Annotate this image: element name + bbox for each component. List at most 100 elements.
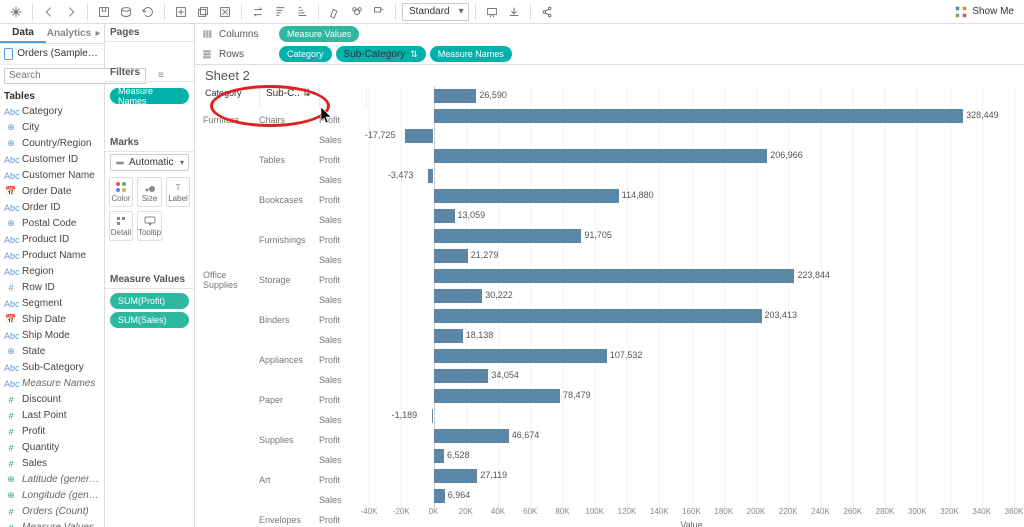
marks-detail-button[interactable]: Detail xyxy=(109,211,133,241)
header-subcategory[interactable]: Sub-C.. ⇅ xyxy=(262,88,320,108)
field-region[interactable]: AbcRegion xyxy=(0,264,104,280)
filter-pill-measure-names[interactable]: Measure Names xyxy=(110,88,189,104)
bar[interactable] xyxy=(434,429,509,443)
field-longitude-generated-[interactable]: ⊕Longitude (generated) xyxy=(0,488,104,504)
new-datasource-icon[interactable] xyxy=(116,2,136,22)
field-category[interactable]: AbcCategory xyxy=(0,104,104,120)
bar[interactable] xyxy=(405,129,434,143)
datasource-row[interactable]: Orders (Sample - Super... xyxy=(0,44,104,66)
field-measure-names[interactable]: AbcMeasure Names xyxy=(0,376,104,392)
bar[interactable] xyxy=(434,189,619,203)
tab-data[interactable]: Data xyxy=(0,24,46,43)
swap-icon[interactable] xyxy=(248,2,268,22)
mark-type-select[interactable]: Automatic xyxy=(110,154,189,171)
chart-area[interactable]: -40K-20K0K20K40K60K80K100K120K140K160K18… xyxy=(369,86,1014,527)
field-country-region[interactable]: ⊕Country/Region xyxy=(0,136,104,152)
save-icon[interactable] xyxy=(94,2,114,22)
group-icon[interactable] xyxy=(347,2,367,22)
field-sales[interactable]: #Sales xyxy=(0,456,104,472)
columns-label: Columns xyxy=(219,29,273,40)
presentation-icon[interactable] xyxy=(482,2,502,22)
field-discount[interactable]: #Discount xyxy=(0,392,104,408)
field-postal-code[interactable]: ⊕Postal Code xyxy=(0,216,104,232)
fit-select[interactable]: Standard xyxy=(402,3,469,21)
field-measure-values[interactable]: #Measure Values xyxy=(0,520,104,527)
field-city[interactable]: ⊕City xyxy=(0,120,104,136)
pages-shelf[interactable] xyxy=(105,42,194,64)
field-segment[interactable]: AbcSegment xyxy=(0,296,104,312)
bar[interactable] xyxy=(434,309,762,323)
row-pill-category[interactable]: Category xyxy=(279,46,332,62)
field-type-icon: Abc xyxy=(4,203,18,213)
bar[interactable] xyxy=(434,389,561,403)
back-icon[interactable] xyxy=(39,2,59,22)
field-row-id[interactable]: #Row ID xyxy=(0,280,104,296)
bar[interactable] xyxy=(434,469,478,483)
bar[interactable] xyxy=(434,349,607,363)
datasource-icon xyxy=(4,48,13,60)
filters-shelf[interactable]: Measure Names xyxy=(105,82,194,108)
field-profit[interactable]: #Profit xyxy=(0,424,104,440)
share-icon[interactable] xyxy=(537,2,557,22)
columns-shelf[interactable]: Columns Measure Values xyxy=(195,24,1024,44)
sort-indicator-icon[interactable]: ⇅ xyxy=(302,88,310,99)
field-sub-category[interactable]: AbcSub-Category xyxy=(0,360,104,376)
field-quantity[interactable]: #Quantity xyxy=(0,440,104,456)
new-worksheet-icon[interactable] xyxy=(171,2,191,22)
labels-icon[interactable] xyxy=(369,2,389,22)
highlight-icon[interactable] xyxy=(325,2,345,22)
bar[interactable] xyxy=(434,269,795,283)
bar[interactable] xyxy=(434,229,582,243)
bar[interactable] xyxy=(434,249,468,263)
field-latitude-generated-[interactable]: ⊕Latitude (generated) xyxy=(0,472,104,488)
row-subcat-label: Tables xyxy=(259,155,319,165)
bar[interactable] xyxy=(434,89,477,103)
field-order-id[interactable]: AbcOrder ID xyxy=(0,200,104,216)
field-product-id[interactable]: AbcProduct ID xyxy=(0,232,104,248)
clear-icon[interactable] xyxy=(215,2,235,22)
bar[interactable] xyxy=(434,289,483,303)
bar[interactable] xyxy=(432,409,434,423)
row-pill-measure-names[interactable]: Measure Names xyxy=(430,46,512,62)
tableau-logo-icon[interactable] xyxy=(6,2,26,22)
bar[interactable] xyxy=(434,449,445,463)
field-ship-mode[interactable]: AbcShip Mode xyxy=(0,328,104,344)
marks-color-button[interactable]: Color xyxy=(109,177,133,207)
mv-pill-sum-sales[interactable]: SUM(Sales) xyxy=(110,312,189,328)
marks-tooltip-button[interactable]: Tooltip xyxy=(137,211,162,241)
bar[interactable] xyxy=(434,209,455,223)
col-pill-measure-values[interactable]: Measure Values xyxy=(279,26,359,42)
field-product-name[interactable]: AbcProduct Name xyxy=(0,248,104,264)
marks-size-button[interactable]: Size xyxy=(137,177,162,207)
field-ship-date[interactable]: 📅Ship Date xyxy=(0,312,104,328)
tabs-menu-icon[interactable]: ▸ xyxy=(92,24,104,43)
field-orders-count-[interactable]: #Orders (Count) xyxy=(0,504,104,520)
field-customer-id[interactable]: AbcCustomer ID xyxy=(0,152,104,168)
field-state[interactable]: ⊕State xyxy=(0,344,104,360)
mv-pill-sum-profit[interactable]: SUM(Profit) xyxy=(110,293,189,309)
rows-shelf[interactable]: Rows Category Sub-Category ⇅ Measure Nam… xyxy=(195,44,1024,64)
refresh-icon[interactable] xyxy=(138,2,158,22)
bar[interactable] xyxy=(434,369,489,383)
bar[interactable] xyxy=(428,169,434,183)
measure-values-shelf[interactable]: SUM(Profit) SUM(Sales) xyxy=(105,289,194,332)
sheet-title[interactable]: Sheet 2 xyxy=(195,65,1024,86)
field-label: Discount xyxy=(22,394,100,405)
duplicate-icon[interactable] xyxy=(193,2,213,22)
bar[interactable] xyxy=(434,489,445,503)
tab-analytics[interactable]: Analytics xyxy=(46,24,92,43)
show-me-button[interactable]: Show Me xyxy=(954,5,1014,19)
bar[interactable] xyxy=(434,149,768,163)
row-pill-sub-category[interactable]: Sub-Category ⇅ xyxy=(336,46,426,62)
marks-label-button[interactable]: TLabel xyxy=(166,177,190,207)
header-category[interactable]: Category xyxy=(201,88,260,108)
forward-icon[interactable] xyxy=(61,2,81,22)
download-icon[interactable] xyxy=(504,2,524,22)
sort-desc-icon[interactable] xyxy=(292,2,312,22)
bar[interactable] xyxy=(434,109,964,123)
sort-asc-icon[interactable] xyxy=(270,2,290,22)
field-order-date[interactable]: 📅Order Date xyxy=(0,184,104,200)
field-last-point[interactable]: #Last Point xyxy=(0,408,104,424)
field-customer-name[interactable]: AbcCustomer Name xyxy=(0,168,104,184)
bar[interactable] xyxy=(434,329,463,343)
